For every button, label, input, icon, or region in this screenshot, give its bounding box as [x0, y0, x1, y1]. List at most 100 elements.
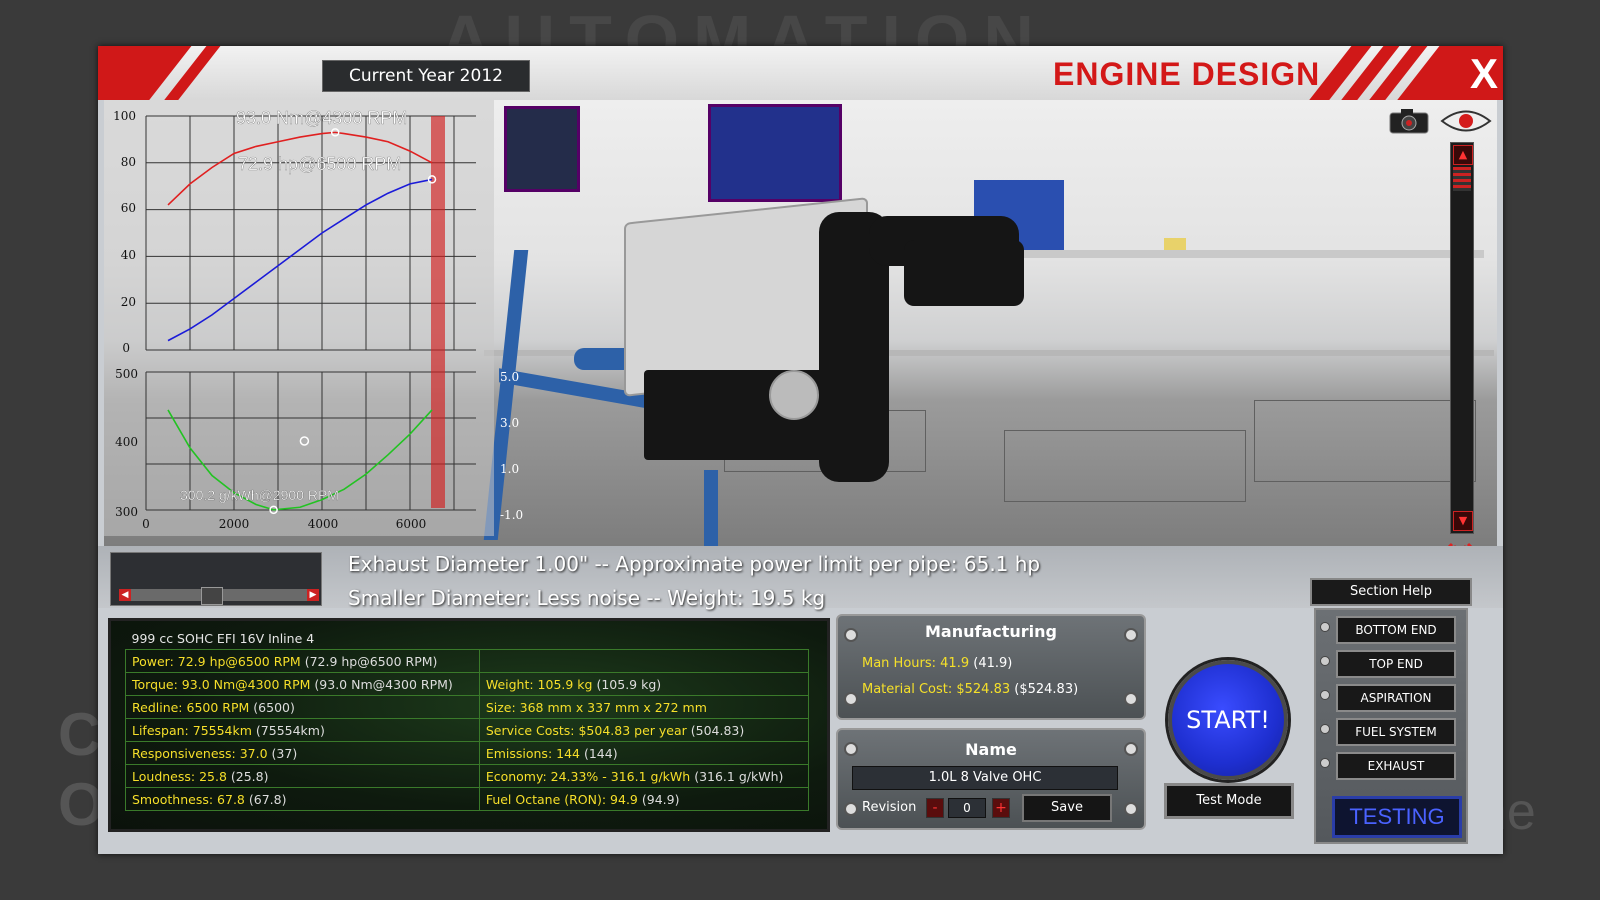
exhaust-diameter-slider[interactable]: ◀ ▶: [110, 552, 322, 606]
stat-base-value: (504.83): [690, 722, 745, 738]
right-axis-tick: -1.0: [500, 508, 524, 522]
y-tick-label: 40: [121, 248, 136, 262]
stats-row: Torque: 93.0 Nm@4300 RPM (93.0 Nm@4300 R…: [125, 672, 810, 696]
man-hours: Man Hours: 41.9 (41.9): [862, 656, 1012, 671]
x-tick-label: 2000: [219, 517, 250, 531]
eye-icon[interactable]: [1440, 106, 1492, 136]
rivet: [1320, 622, 1330, 632]
stats-cell: Emissions: 144 (144): [478, 741, 810, 765]
right-axis-tick: 5.0: [500, 370, 520, 384]
stats-cell: Redline: 6500 RPM (6500): [125, 695, 480, 719]
testing-button[interactable]: TESTING: [1332, 796, 1462, 838]
stats-cell: Power: 72.9 hp@6500 RPM (72.9 hp@6500 RP…: [125, 649, 480, 673]
material-cost-value: Material Cost: $524.83: [862, 682, 1011, 697]
stats-cell: Size: 368 mm x 337 mm x 272 mm: [478, 695, 810, 719]
section-nav: BOTTOM END TOP END ASPIRATION FUEL SYSTE…: [1314, 608, 1468, 844]
slider-left-arrow[interactable]: ◀: [119, 589, 131, 601]
revision-decrement-button[interactable]: -: [926, 798, 944, 818]
stats-row: Lifespan: 75554km (75554km) Service Costs…: [125, 718, 810, 742]
power-peak-label: 72.9 hp@6500 RPM: [238, 154, 401, 174]
stats-rows: Power: 72.9 hp@6500 RPM (72.9 hp@6500 RP…: [125, 649, 810, 811]
stat-value: Responsiveness: 37.0: [132, 745, 268, 761]
stat-base-value: (144): [583, 745, 618, 761]
rivet: [1124, 692, 1138, 706]
stats-cell: Service Costs: $504.83 per year (504.83): [478, 718, 810, 742]
rivet: [844, 802, 858, 816]
stat-value: Redline: 6500 RPM: [132, 699, 250, 715]
right-axis-ticks: 5.0 3.0 1.0 -1.0: [500, 362, 540, 542]
description-line-1: Exhaust Diameter 1.00" -- Approximate po…: [348, 552, 1041, 576]
engine-3d-viewport[interactable]: 100 80 60 40 20 0 500 400 300 0 2000 400…: [104, 100, 1497, 546]
stat-base-value: (6500): [253, 699, 295, 715]
stats-cell: [478, 649, 810, 673]
floor-tile: [1254, 400, 1476, 482]
test-mode-button[interactable]: Test Mode: [1164, 783, 1294, 819]
title-bar: Current Year 2012 ENGINE DESIGN X: [98, 46, 1503, 100]
stat-value: Loudness: 25.8: [132, 768, 227, 784]
stat-value: Smoothness: 67.8: [132, 791, 245, 807]
rivet: [1320, 724, 1330, 734]
stats-table: 999 cc SOHC EFI 16V Inline 4 Power: 72.9…: [125, 627, 810, 811]
start-button[interactable]: START!: [1168, 660, 1288, 780]
torque-peak-label: 93.0 Nm@4300 RPM: [236, 108, 407, 128]
part-description-bar: ◀ ▶ Exhaust Diameter 1.00" -- Approximat…: [98, 546, 1503, 610]
right-axis-tick: 3.0: [500, 416, 520, 430]
stats-row: Responsiveness: 37.0 (37) Emissions: 144 …: [125, 741, 810, 765]
scroll-down-button[interactable]: ▼: [1453, 511, 1473, 531]
scroll-up-button[interactable]: ▲: [1453, 145, 1473, 165]
stats-cell: Lifespan: 75554km (75554km): [125, 718, 480, 742]
stat-base-value: (94.9): [641, 791, 680, 807]
nav-bottom-end[interactable]: BOTTOM END: [1336, 616, 1456, 644]
stats-row: Smoothness: 67.8 (67.8) Fuel Octane (RON)…: [125, 787, 810, 811]
section-help-button[interactable]: Section Help: [1310, 578, 1472, 606]
camera-icon[interactable]: [1389, 108, 1429, 134]
background-text-fragment: C: [58, 701, 102, 768]
slider-thumb[interactable]: [201, 587, 223, 605]
stats-row: Redline: 6500 RPM (6500) Size: 368 mm x 3…: [125, 695, 810, 719]
stat-base-value: (93.0 Nm@4300 RPM): [314, 676, 453, 692]
redline-band: [431, 116, 445, 508]
dyno-graph: 100 80 60 40 20 0 500 400 300 0 2000 400…: [104, 100, 494, 536]
save-button[interactable]: Save: [1022, 794, 1112, 822]
y-tick-label: 0: [122, 341, 130, 355]
nav-aspiration[interactable]: ASPIRATION: [1336, 684, 1456, 712]
pulley: [769, 370, 819, 420]
x-tick-label: 0: [142, 517, 150, 531]
stat-base-value: (67.8): [248, 791, 287, 807]
rivet: [1124, 802, 1138, 816]
slider-right-arrow[interactable]: ▶: [307, 589, 319, 601]
engine-name-field[interactable]: 1.0L 8 Valve OHC: [852, 766, 1118, 790]
material-cost-base: ($524.83): [1014, 682, 1079, 697]
current-year: Current Year 2012: [322, 60, 530, 92]
airbox: [904, 240, 1024, 306]
revision-value[interactable]: 0: [948, 798, 986, 818]
man-hours-base: (41.9): [973, 656, 1013, 671]
y-tick-label: 100: [113, 109, 136, 123]
revision-increment-button[interactable]: +: [992, 798, 1010, 818]
stat-value: Lifespan: 75554km: [132, 722, 252, 738]
floor-tile: [1004, 430, 1246, 502]
stats-cell: Loudness: 25.8 (25.8): [125, 764, 480, 788]
engine-summary-text: 999 cc SOHC EFI 16V Inline 4: [131, 630, 315, 646]
manufacturing-title: Manufacturing: [925, 622, 1057, 641]
x-tick-label: 6000: [396, 517, 427, 531]
zoom-scrollbar[interactable]: ▲ ▼: [1450, 142, 1474, 534]
stat-value: Fuel Octane (RON): 94.9: [485, 791, 638, 807]
y-tick-label: 400: [115, 435, 138, 449]
stats-cell: Smoothness: 67.8 (67.8): [125, 787, 480, 811]
nav-top-end[interactable]: TOP END: [1336, 650, 1456, 678]
stat-base-value: (25.8): [230, 768, 269, 784]
nav-exhaust[interactable]: EXHAUST: [1336, 752, 1456, 780]
manufacturing-panel: Manufacturing Man Hours: 41.9 (41.9) Mat…: [836, 614, 1146, 720]
stats-cell: Fuel Octane (RON): 94.9 (94.9): [478, 787, 810, 811]
man-hours-value: Man Hours: 41.9: [862, 656, 970, 671]
stat-base-value: (75554km): [255, 722, 325, 738]
rivet: [1320, 690, 1330, 700]
nav-fuel-system[interactable]: FUEL SYSTEM: [1336, 718, 1456, 746]
stats-cell: Responsiveness: 37.0 (37): [125, 741, 480, 765]
engine-summary: 999 cc SOHC EFI 16V Inline 4: [126, 627, 809, 650]
scroll-thumb[interactable]: [1453, 167, 1471, 191]
close-button[interactable]: X: [1470, 50, 1498, 98]
blueprint-poster: [708, 104, 842, 202]
engine-stats-panel: 999 cc SOHC EFI 16V Inline 4 Power: 72.9…: [108, 618, 830, 832]
